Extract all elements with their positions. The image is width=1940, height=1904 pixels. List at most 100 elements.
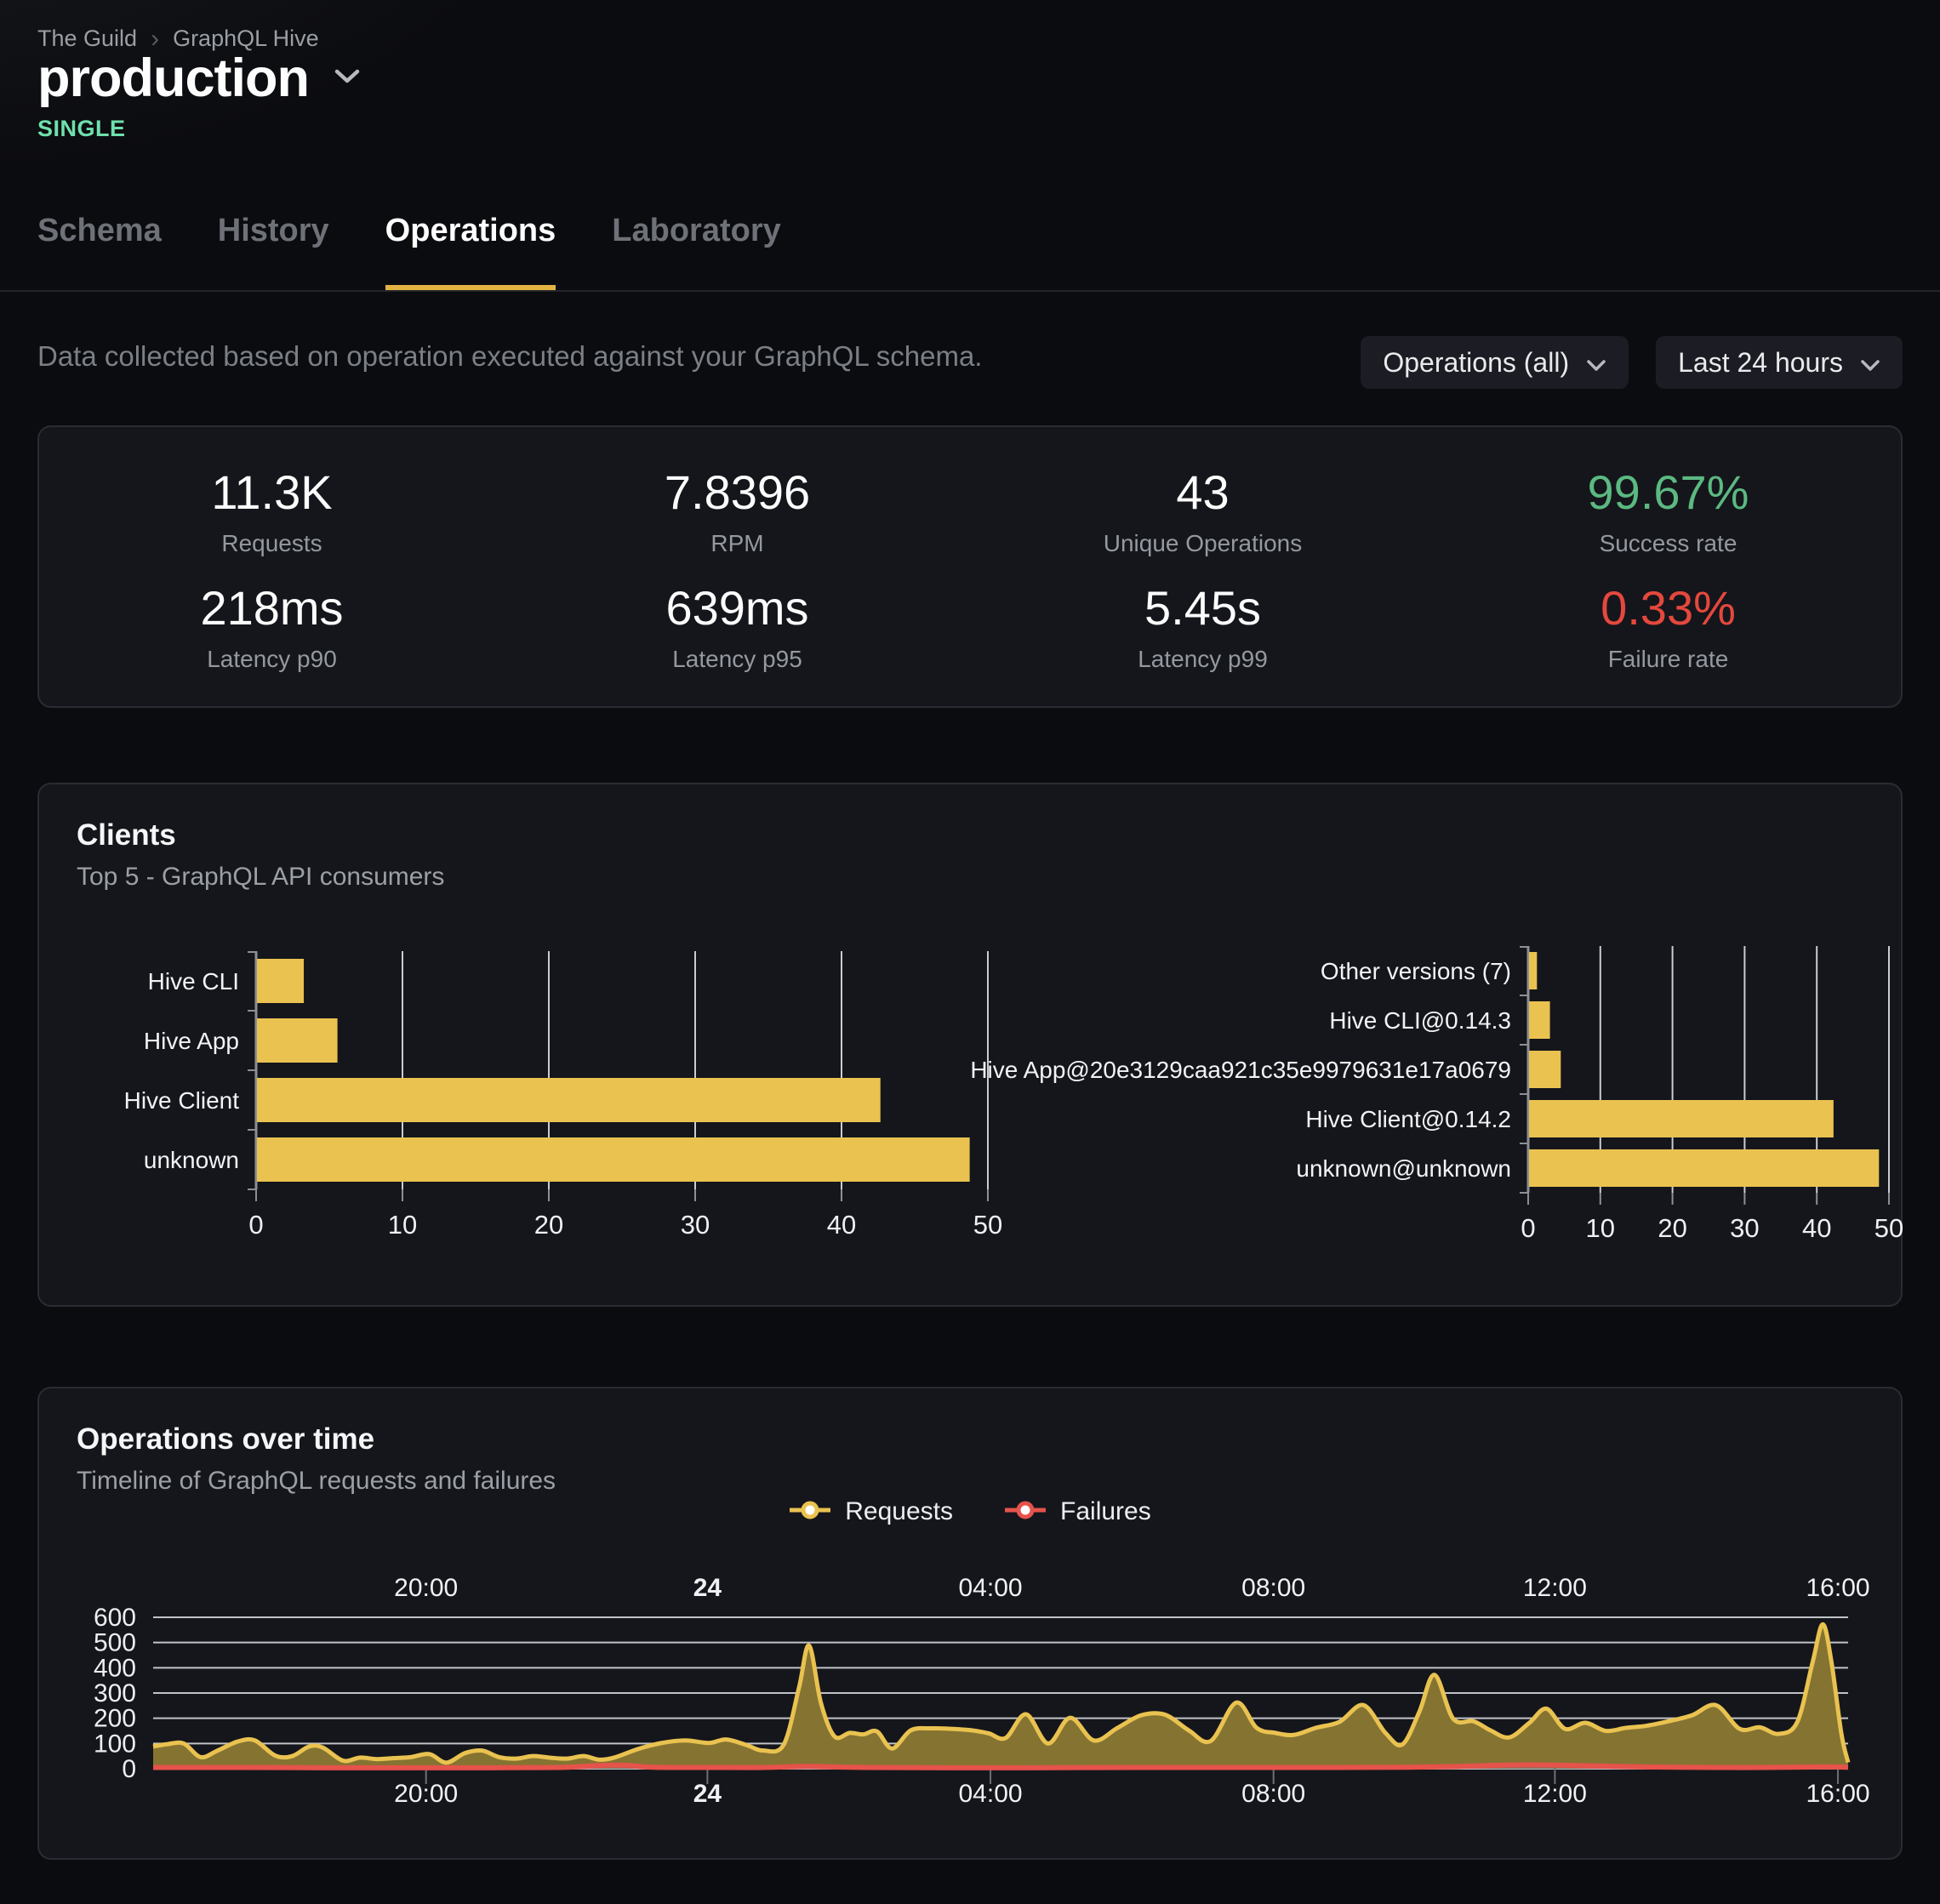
bar-label: unknown@unknown <box>1296 1155 1511 1182</box>
chevron-down-icon <box>1586 347 1606 379</box>
tab-schema[interactable]: Schema <box>37 213 162 292</box>
stat-label: Latency p95 <box>672 646 802 673</box>
bar-label: unknown <box>144 1147 239 1173</box>
bar <box>1529 1100 1834 1137</box>
x-tick-label: 10 <box>1586 1213 1615 1243</box>
x-tick-label-bottom: 24 <box>693 1780 722 1808</box>
operations-filter-label: Operations (all) <box>1383 347 1569 379</box>
x-tick-label-top: 12:00 <box>1523 1574 1587 1602</box>
bar-label: Hive App@20e3129caa921c35e9979631e17a067… <box>970 1057 1511 1083</box>
clients-card-subtitle: Top 5 - GraphQL API consumers <box>77 863 444 892</box>
bar <box>1529 1149 1879 1187</box>
failures-line <box>153 1765 1848 1768</box>
stat-rpm: 7.8396 RPM <box>505 453 970 568</box>
period-filter-dropdown[interactable]: Last 24 hours <box>1656 336 1903 389</box>
stat-label: Latency p99 <box>1138 646 1268 673</box>
stat-value: 0.33% <box>1600 580 1736 636</box>
y-tick-label: 400 <box>94 1654 136 1682</box>
x-tick-label-bottom: 04:00 <box>959 1780 1023 1808</box>
failures-legend-marker-icon <box>1004 1497 1047 1526</box>
legend-label: Requests <box>845 1497 953 1526</box>
legend-item-requests[interactable]: Requests <box>789 1497 953 1526</box>
requests-area <box>153 1624 1848 1769</box>
x-tick-label: 20 <box>534 1210 563 1240</box>
y-tick-label: 600 <box>94 1604 136 1632</box>
stat-success-rate: 99.67% Success rate <box>1435 453 1901 568</box>
chevron-down-icon[interactable] <box>334 68 360 89</box>
x-tick-label: 0 <box>1521 1213 1535 1243</box>
timeline-chart: 010020030040050060020:0020:00242404:0004… <box>39 1562 1904 1821</box>
breadcrumb-separator: › <box>151 27 159 50</box>
stat-failure-rate: 0.33% Failure rate <box>1435 568 1901 684</box>
y-tick-label: 100 <box>94 1730 136 1758</box>
y-tick-label: 200 <box>94 1705 136 1733</box>
legend-label: Failures <box>1060 1497 1151 1526</box>
stat-value: 99.67% <box>1588 465 1749 520</box>
stat-label: RPM <box>710 530 763 557</box>
bar <box>1529 1051 1561 1088</box>
bar-label: Hive CLI@0.14.3 <box>1329 1007 1511 1034</box>
x-tick-label-top: 24 <box>693 1574 722 1602</box>
x-tick-label-top: 08:00 <box>1241 1574 1305 1602</box>
ops-card-subtitle: Timeline of GraphQL requests and failure… <box>77 1467 556 1496</box>
x-tick-label: 40 <box>1802 1213 1831 1243</box>
x-tick-label: 20 <box>1658 1213 1686 1243</box>
bar-chart-svg: 0 10 20 30 40 50 Other versions (7) Hive CLI@0.… <box>643 946 1923 1249</box>
y-tick-label: 300 <box>94 1679 136 1707</box>
bar <box>257 1018 338 1063</box>
stat-latency-p90: 218ms Latency p90 <box>39 568 505 684</box>
stat-label: Failure rate <box>1608 646 1729 673</box>
y-tick-label: 0 <box>122 1755 136 1783</box>
stat-value: 218ms <box>200 580 343 636</box>
bar-label: Hive App <box>144 1028 239 1054</box>
stat-value: 11.3K <box>211 465 332 520</box>
stat-value: 43 <box>1176 465 1229 520</box>
ops-card-title: Operations over time <box>77 1422 374 1457</box>
period-filter-label: Last 24 hours <box>1678 347 1843 379</box>
stat-value: 639ms <box>665 580 808 636</box>
clients-card: Clients Top 5 - GraphQL API consumers 01… <box>37 783 1903 1307</box>
timeline-legend: Requests Failures <box>39 1497 1901 1526</box>
x-tick-label: 0 <box>248 1210 263 1240</box>
filter-controls: Operations (all) Last 24 hours <box>1361 336 1903 389</box>
tab-bar: Schema History Operations Laboratory <box>37 213 781 292</box>
bar-label: Hive Client <box>124 1087 240 1114</box>
stat-value: 7.8396 <box>665 465 810 520</box>
bar-label: Other versions (7) <box>1321 958 1511 984</box>
bar <box>1529 952 1537 989</box>
tab-laboratory[interactable]: Laboratory <box>612 213 780 292</box>
stat-label: Unique Operations <box>1104 530 1302 557</box>
stat-label: Success rate <box>1600 530 1737 557</box>
x-tick-label-bottom: 08:00 <box>1241 1780 1305 1808</box>
x-tick-label: 30 <box>1730 1213 1759 1243</box>
stats-grid: 11.3K Requests 7.8396 RPM 43 Unique Oper… <box>39 427 1901 706</box>
tab-history[interactable]: History <box>218 213 329 292</box>
x-tick-label-top: 16:00 <box>1806 1574 1870 1602</box>
tab-operations[interactable]: Operations <box>385 213 556 292</box>
x-tick-label-bottom: 20:00 <box>394 1780 458 1808</box>
stats-summary-card: 11.3K Requests 7.8396 RPM 43 Unique Oper… <box>37 425 1903 708</box>
stat-label: Requests <box>221 530 322 557</box>
requests-legend-marker-icon <box>789 1497 831 1526</box>
chevron-down-icon <box>1860 347 1880 379</box>
timeline-svg: 010020030040050060020:0020:00242404:0004… <box>39 1562 1904 1817</box>
clients-by-version-chart: 0 10 20 30 40 50 Other versions (7) Hive CLI@0.… <box>643 946 1923 1253</box>
stat-unique-operations: 43 Unique Operations <box>970 453 1435 568</box>
bar <box>257 959 304 1003</box>
legend-item-failures[interactable]: Failures <box>1004 1497 1151 1526</box>
bar <box>1529 1001 1550 1039</box>
x-tick-label-top: 04:00 <box>959 1574 1023 1602</box>
x-tick-label-bottom: 16:00 <box>1806 1780 1870 1808</box>
page-title: production <box>37 48 309 109</box>
operations-over-time-card: Operations over time Timeline of GraphQL… <box>37 1387 1903 1860</box>
tab-divider <box>0 290 1940 292</box>
target-mode-badge: SINGLE <box>37 116 126 142</box>
bar-label: Hive Client@0.14.2 <box>1305 1106 1511 1132</box>
stat-value: 5.45s <box>1144 580 1261 636</box>
stat-requests: 11.3K Requests <box>39 453 505 568</box>
stat-latency-p95: 639ms Latency p95 <box>505 568 970 684</box>
x-tick-label-bottom: 12:00 <box>1523 1780 1587 1808</box>
target-selector[interactable]: production <box>37 48 360 109</box>
operations-filter-dropdown[interactable]: Operations (all) <box>1361 336 1629 389</box>
x-tick-label: 50 <box>1874 1213 1903 1243</box>
